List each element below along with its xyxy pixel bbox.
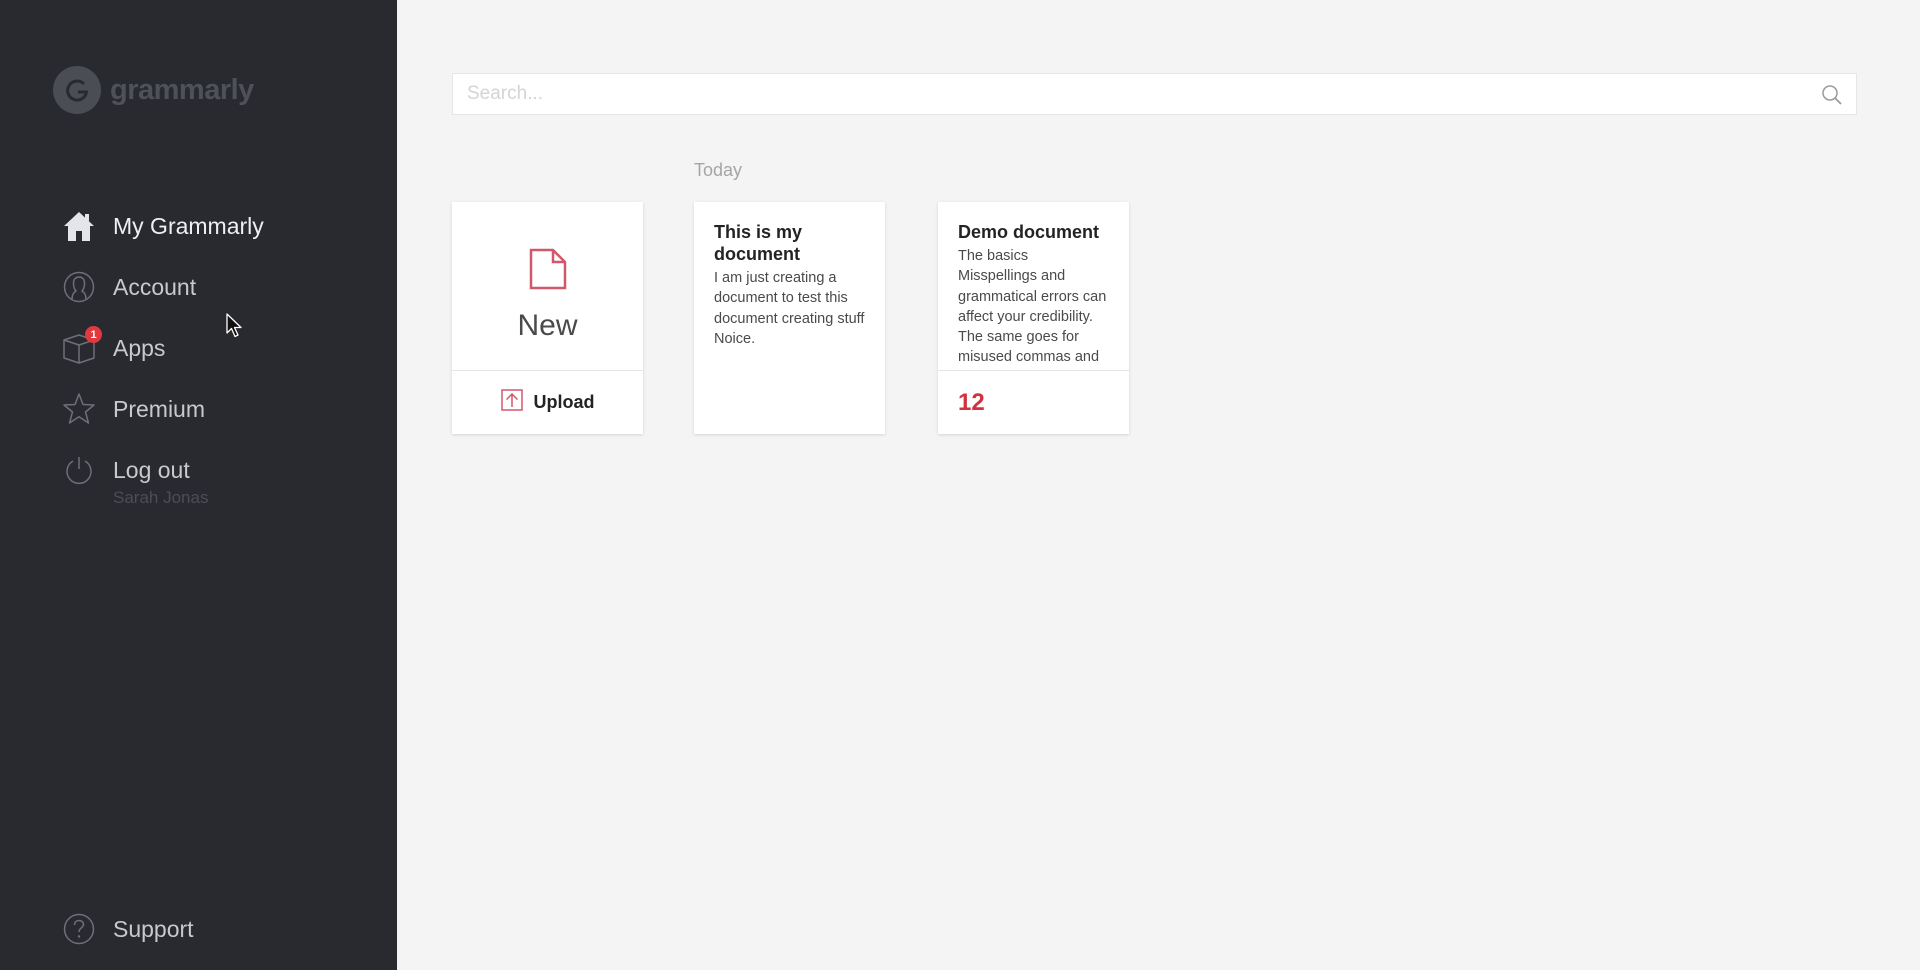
new-document-button[interactable]: New: [452, 202, 643, 370]
new-label: New: [517, 309, 578, 342]
search-icon[interactable]: [1820, 83, 1844, 112]
apps-box-icon: 1: [62, 326, 102, 365]
grammarly-logo[interactable]: grammarly: [53, 66, 254, 114]
upload-button[interactable]: Upload: [452, 371, 643, 434]
sidebar-item-apps[interactable]: 1 Apps: [62, 326, 166, 365]
mouse-cursor-icon: [226, 313, 244, 344]
new-document-card: New Upload: [452, 202, 643, 434]
username: Sarah Jonas: [113, 488, 209, 507]
document-footer: 12: [938, 371, 1129, 434]
account-icon: [62, 270, 96, 304]
document-issue-count: 12: [958, 388, 985, 416]
sidebar-item-label: Log out: [113, 456, 190, 483]
sidebar-item-label: My Grammarly: [113, 212, 264, 239]
document-preview-text: I am just creating a document to test th…: [714, 270, 865, 347]
search-bar: [452, 73, 1857, 115]
document-card[interactable]: Demo document The basics Misspellings an…: [938, 202, 1129, 434]
document-preview-text: The basics Misspellings and grammatical …: [958, 248, 1107, 370]
power-icon: [62, 453, 96, 487]
grammarly-g-icon: [53, 66, 101, 114]
document-preview: This is my document I am just creating a…: [694, 202, 885, 370]
upload-label: Upload: [533, 392, 595, 412]
document-title: This is my document: [714, 222, 803, 264]
sidebar-item-label: Support: [113, 915, 194, 942]
star-icon: [62, 392, 96, 426]
sidebar-item-log-out[interactable]: Log out: [62, 453, 190, 487]
upload-icon: [500, 389, 523, 416]
sidebar: grammarly My Grammarly Account 1 Apps Pr…: [0, 0, 397, 970]
apps-notification-badge: 1: [85, 326, 102, 343]
home-icon: [62, 209, 96, 243]
sidebar-item-label: Apps: [113, 334, 166, 361]
sidebar-item-account[interactable]: Account: [62, 270, 196, 304]
help-icon: [62, 912, 96, 946]
logo-text: grammarly: [110, 73, 254, 106]
section-label-today: Today: [694, 160, 743, 180]
new-document-icon: [529, 248, 567, 295]
sidebar-item-my-grammarly[interactable]: My Grammarly: [62, 209, 264, 243]
document-preview: Demo document The basics Misspellings an…: [938, 202, 1129, 370]
search-input[interactable]: [453, 74, 1856, 114]
sidebar-item-label: Account: [113, 273, 197, 300]
sidebar-item-premium[interactable]: Premium: [62, 392, 205, 426]
document-card[interactable]: This is my document I am just creating a…: [694, 202, 885, 434]
sidebar-item-support[interactable]: Support: [62, 912, 194, 946]
document-title: Demo document: [958, 222, 1100, 242]
sidebar-item-label: Premium: [113, 395, 206, 422]
